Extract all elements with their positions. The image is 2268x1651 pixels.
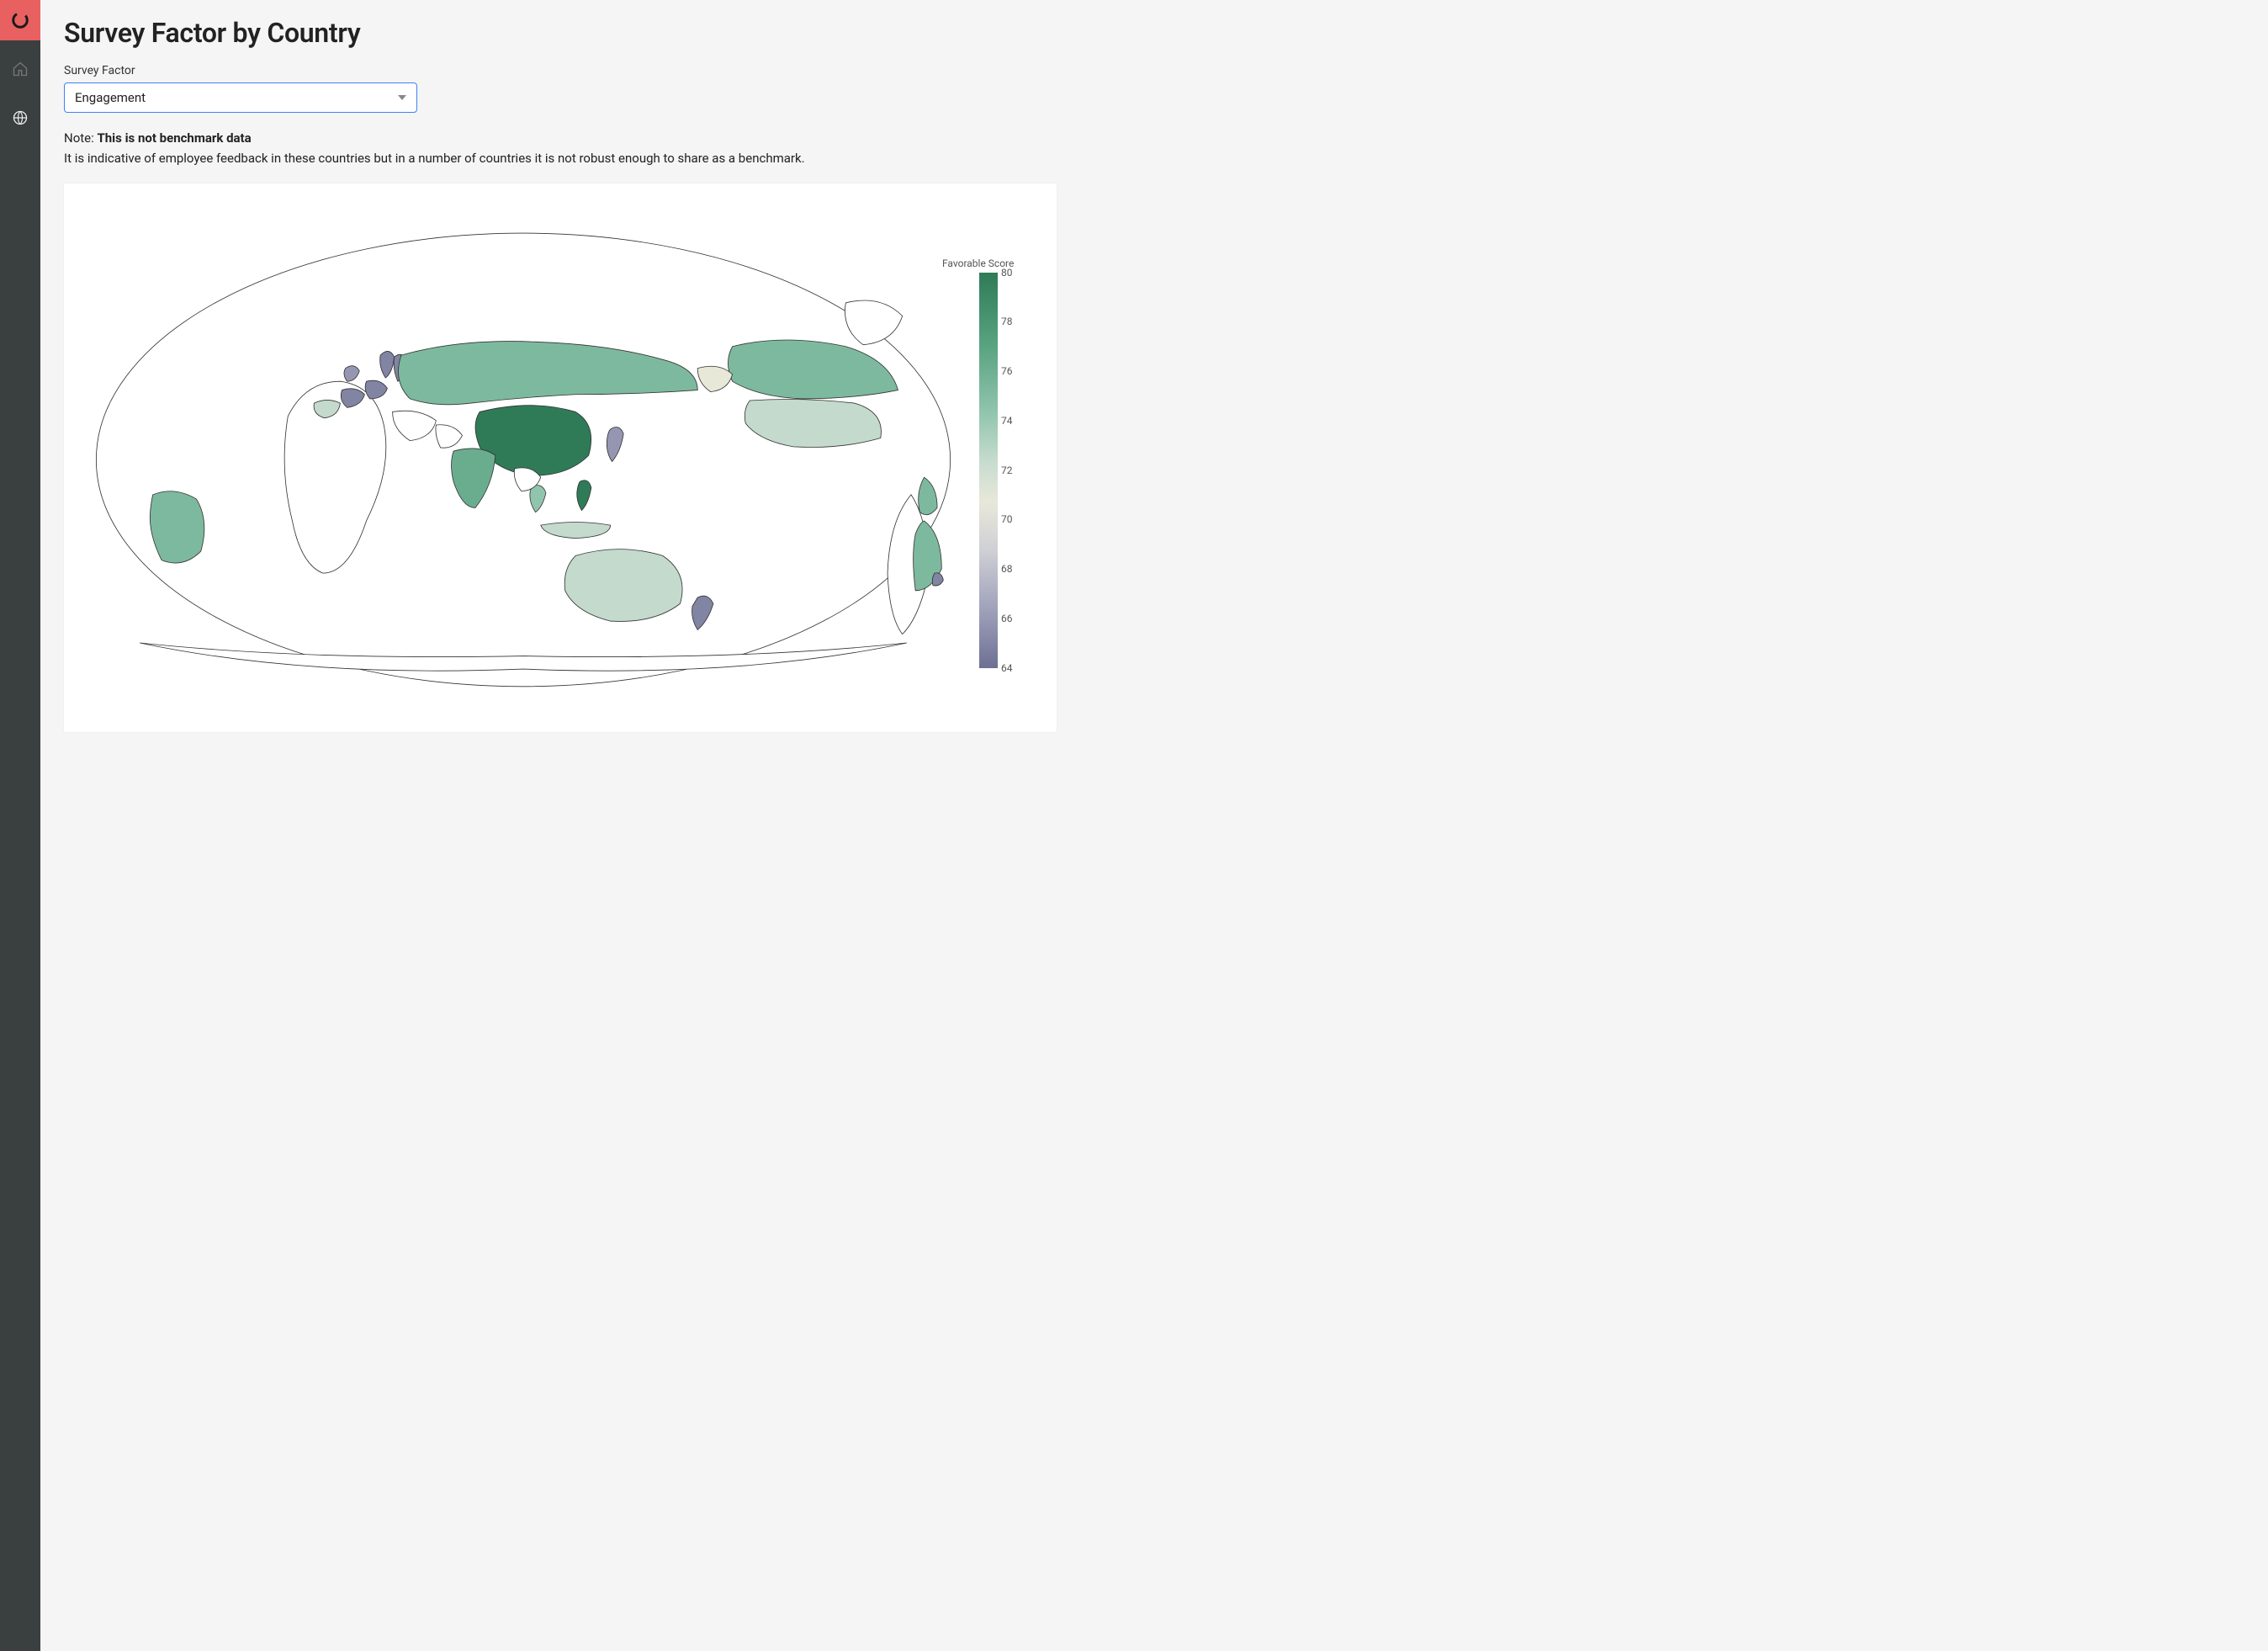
map-japan — [607, 427, 623, 461]
map-usa — [745, 399, 881, 447]
map-brazil-wrap — [150, 491, 204, 562]
map-australia — [564, 549, 682, 621]
nav-home[interactable] — [0, 49, 40, 89]
choropleth-map[interactable] — [87, 207, 959, 698]
map-philippines — [577, 480, 591, 510]
nav-world[interactable] — [0, 98, 40, 138]
legend-tick: 70 — [1001, 513, 1013, 525]
map-indonesia — [541, 522, 611, 538]
legend-title: Favorable Score — [942, 257, 1033, 269]
globe-icon — [12, 109, 29, 126]
survey-factor-select[interactable]: Engagement — [64, 82, 417, 113]
note-bold: This is not benchmark data — [97, 130, 251, 146]
sidebar — [0, 0, 40, 1651]
legend-tick: 64 — [1001, 662, 1013, 674]
home-icon — [12, 61, 29, 77]
legend-tick: 72 — [1001, 465, 1013, 476]
legend-tick: 80 — [1001, 267, 1013, 279]
legend-tick: 68 — [1001, 563, 1013, 575]
note-subtext: It is indicative of employee feedback in… — [64, 150, 2244, 168]
note-prefix: Note: — [64, 130, 97, 146]
map-alaska — [697, 366, 732, 391]
legend-tick: 76 — [1001, 365, 1013, 377]
legend-tick: 74 — [1001, 415, 1013, 427]
map-mexico — [919, 477, 937, 515]
map-new-zealand — [692, 596, 713, 629]
page-title: Survey Factor by Country — [64, 17, 2244, 49]
map-russia — [399, 341, 698, 404]
map-uruguay — [932, 572, 943, 585]
main-content: Survey Factor by Country Survey Factor E… — [40, 0, 2268, 1651]
filter-label: Survey Factor — [64, 64, 2244, 77]
brand-c-icon — [11, 11, 29, 29]
map-india — [452, 448, 495, 507]
select-value: Engagement — [75, 90, 146, 105]
brand-logo[interactable] — [0, 0, 40, 40]
legend-tick: 66 — [1001, 613, 1013, 624]
map-thailand — [530, 485, 546, 512]
legend-tick: 78 — [1001, 316, 1013, 327]
legend-colorbar: 807876747270686664 — [979, 273, 998, 668]
color-legend: Favorable Score 807876747270686664 — [979, 257, 1033, 668]
note: Note: This is not benchmark data It is i… — [64, 130, 2244, 168]
chevron-down-icon — [398, 95, 406, 100]
map-card: Favorable Score 807876747270686664 — [64, 183, 1057, 732]
map-canada — [728, 339, 898, 398]
